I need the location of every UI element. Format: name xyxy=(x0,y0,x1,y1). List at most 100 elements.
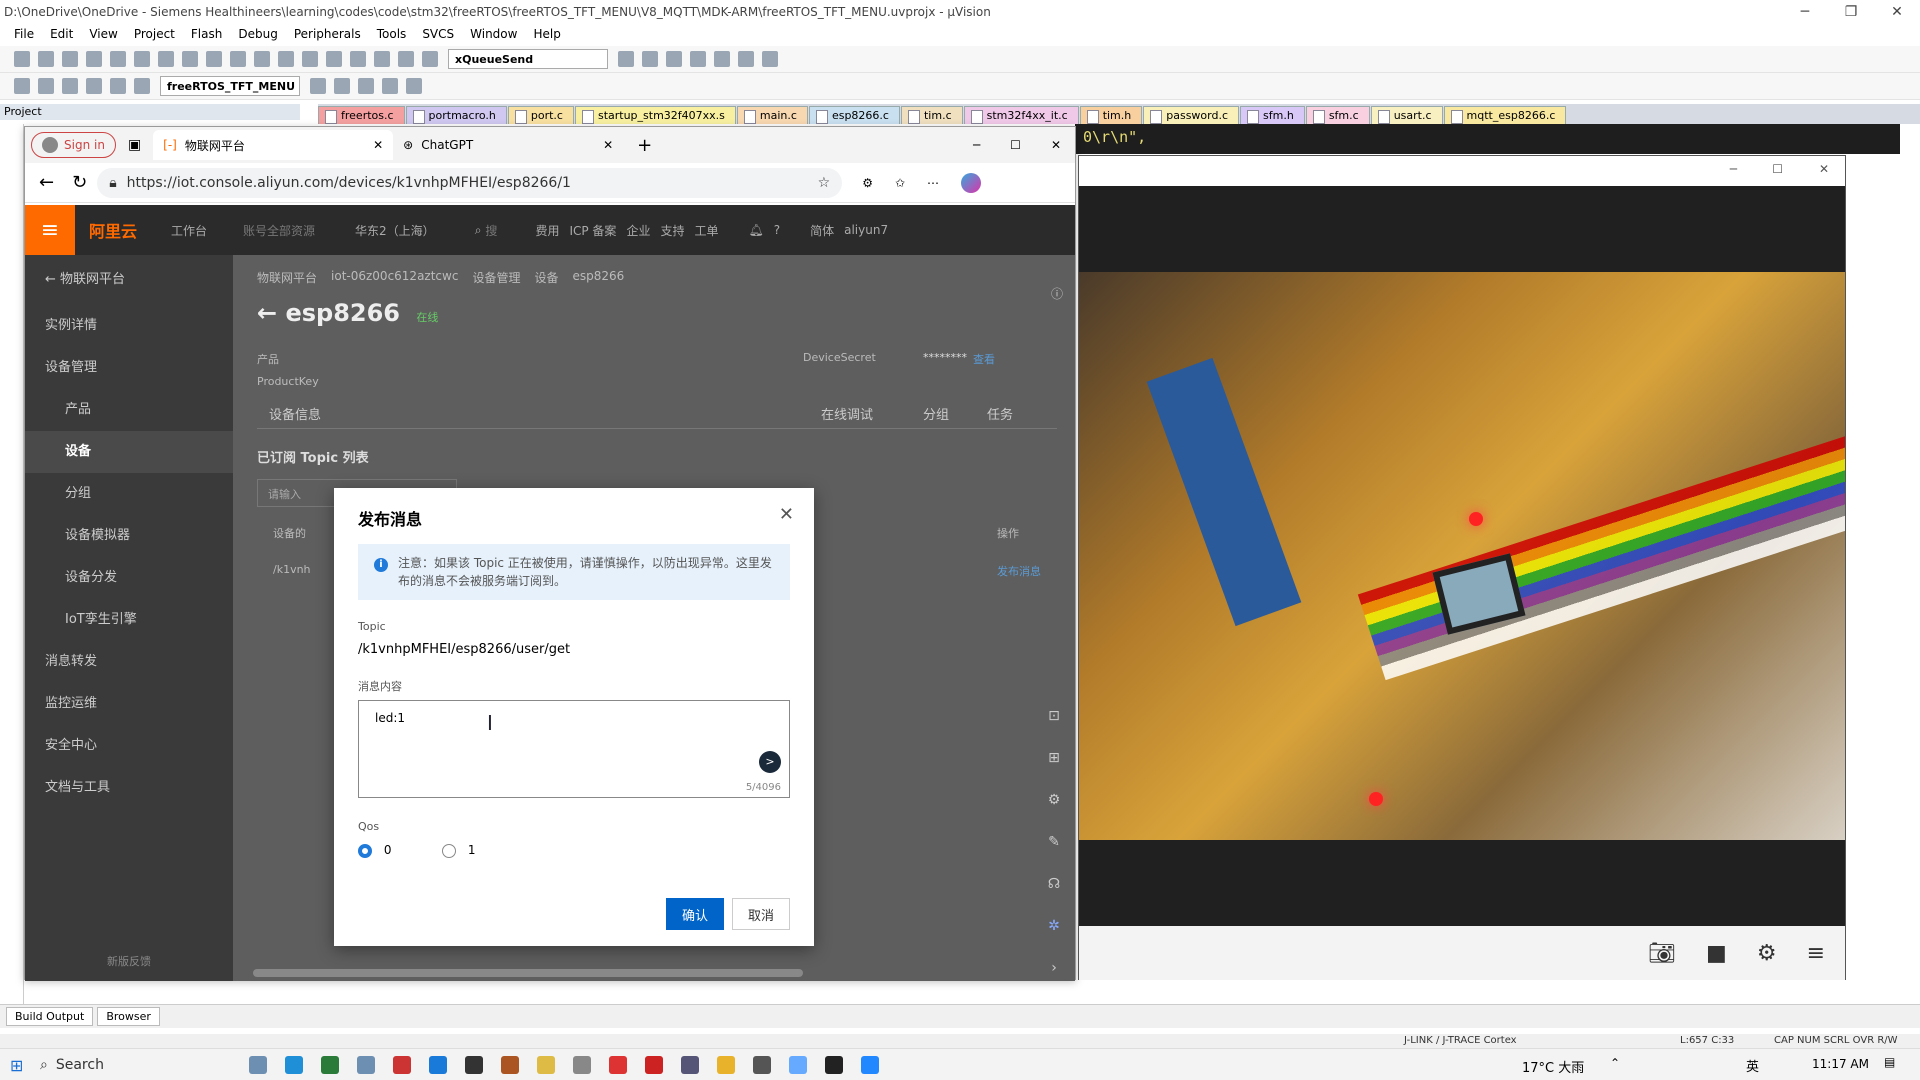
workbench-link[interactable]: 工作台 xyxy=(171,222,207,239)
rebuild-icon[interactable] xyxy=(62,78,78,94)
keil-icon[interactable] xyxy=(321,1055,339,1074)
breakpoint-icon[interactable] xyxy=(666,51,682,67)
video-icon[interactable]: ■ xyxy=(1706,941,1727,966)
file-tab[interactable]: stm32f4xx_it.c xyxy=(963,106,1079,124)
sidebar-item[interactable]: 监控运维 xyxy=(25,683,233,725)
favorites-icon[interactable]: ✩ xyxy=(895,176,905,190)
manage-components-icon[interactable] xyxy=(334,78,350,94)
cut-icon[interactable] xyxy=(110,51,126,67)
browser-close-icon[interactable]: ✕ xyxy=(1051,138,1061,152)
feedback-link[interactable]: 新版反馈 xyxy=(25,953,233,969)
breadcrumb-item[interactable]: 设备 xyxy=(534,269,558,286)
app-icon[interactable] xyxy=(501,1055,519,1074)
tab-online-debug[interactable]: 在线调试 xyxy=(821,404,873,423)
menu-project[interactable]: Project xyxy=(126,27,183,41)
aliyun-logo[interactable]: 阿里云 xyxy=(89,218,137,242)
wrench-icon[interactable] xyxy=(762,51,778,67)
menu-debug[interactable]: Debug xyxy=(230,27,285,41)
hamburger-icon[interactable]: ≡ xyxy=(25,205,75,255)
app-icon[interactable] xyxy=(861,1055,879,1074)
batch-build-icon[interactable] xyxy=(86,78,102,94)
unindent-icon[interactable] xyxy=(374,51,390,67)
calculator-icon[interactable] xyxy=(681,1055,699,1074)
redo-icon[interactable] xyxy=(206,51,222,67)
bookmark-icon[interactable] xyxy=(278,51,294,67)
breakpoint-disable-icon[interactable] xyxy=(690,51,706,67)
view-secret-link[interactable]: 查看 xyxy=(973,351,995,367)
folder-icon[interactable] xyxy=(717,1055,735,1074)
copilot-icon[interactable] xyxy=(961,172,982,193)
restore-icon[interactable]: ❐ xyxy=(1828,4,1874,20)
menu-tools[interactable]: Tools xyxy=(369,27,415,41)
radio-selected-icon[interactable] xyxy=(358,843,372,858)
menu-peripherals[interactable]: Peripherals xyxy=(286,27,369,41)
tab-browser[interactable]: Browser xyxy=(97,1007,160,1026)
sidebar-item[interactable]: 设备管理 xyxy=(25,347,233,389)
app-icon[interactable] xyxy=(393,1055,411,1074)
window-layout-icon[interactable] xyxy=(738,51,754,67)
file-tab[interactable]: tim.h xyxy=(1079,106,1143,124)
app-icon[interactable] xyxy=(573,1055,591,1074)
browser-minimize-icon[interactable]: ─ xyxy=(973,138,980,152)
scrollbar-thumb[interactable] xyxy=(253,969,803,977)
pack-installer-icon[interactable] xyxy=(382,78,398,94)
select-packs-icon[interactable] xyxy=(358,78,374,94)
settings-icon[interactable]: ⚙ xyxy=(1757,941,1777,966)
format-icon[interactable]: > xyxy=(759,751,781,773)
back-icon[interactable] xyxy=(230,51,246,67)
refresh-icon[interactable]: ↻ xyxy=(72,172,87,193)
user-name[interactable]: aliyun7 xyxy=(844,223,888,237)
menu-view[interactable]: View xyxy=(81,27,125,41)
stop-build-icon[interactable] xyxy=(110,78,126,94)
radio-unselected-icon[interactable] xyxy=(442,843,456,858)
cart-icon[interactable]: ⊡ xyxy=(1041,695,1067,737)
app-icon[interactable] xyxy=(645,1055,663,1074)
sidebar-item[interactable]: 设备分发 xyxy=(25,557,233,599)
top-link-fees[interactable]: 费用 xyxy=(535,222,559,239)
top-search[interactable]: 搜 xyxy=(485,222,497,239)
find-in-files-icon[interactable] xyxy=(618,51,634,67)
sidebar-item[interactable]: IoT孪生引擎 xyxy=(25,599,233,641)
doc-icon[interactable]: ⊞ xyxy=(1041,737,1067,779)
close-tab-icon[interactable]: ✕ xyxy=(603,138,613,152)
sidebar-item[interactable]: 产品 xyxy=(25,389,233,431)
sidebar-item[interactable]: 设备 xyxy=(25,431,233,473)
tab-iot[interactable]: [-] 物联网平台 ✕ xyxy=(153,130,394,160)
bookmark-next-icon[interactable] xyxy=(326,51,342,67)
terminal-icon[interactable] xyxy=(465,1055,483,1074)
pc-icon[interactable] xyxy=(357,1055,375,1074)
notification-icon[interactable]: ▤ xyxy=(1884,1055,1895,1069)
file-tab[interactable]: mqtt_esp8266.c xyxy=(1443,106,1567,124)
qos-option-0[interactable]: 0 xyxy=(358,843,391,858)
profile-button[interactable]: Sign in xyxy=(31,132,116,158)
indent-icon[interactable] xyxy=(350,51,366,67)
file-tab[interactable]: usart.c xyxy=(1370,106,1443,124)
clock[interactable]: 11:17 AM xyxy=(1812,1057,1869,1071)
close-icon[interactable]: ✕ xyxy=(1874,4,1920,20)
file-tab[interactable]: sfm.h xyxy=(1240,106,1305,124)
code-editor[interactable]: 0\r\n", xyxy=(1075,124,1900,154)
translate-icon[interactable] xyxy=(14,78,30,94)
camera-close-icon[interactable]: ✕ xyxy=(1819,162,1829,176)
dialog-close-icon[interactable]: ✕ xyxy=(779,504,794,525)
help-icon[interactable]: ? xyxy=(774,223,780,237)
ime[interactable]: 英 xyxy=(1746,1056,1759,1075)
back-arrow-icon[interactable]: ← xyxy=(257,299,285,327)
edge-icon[interactable] xyxy=(285,1055,303,1074)
favorite-star-icon[interactable]: ☆ xyxy=(818,175,831,191)
file-tab[interactable]: portmacro.h xyxy=(405,106,507,124)
top-link-enterprise[interactable]: 企业 xyxy=(626,222,650,239)
breakpoint-kill-icon[interactable] xyxy=(714,51,730,67)
paste-icon[interactable] xyxy=(158,51,174,67)
sidebar-item[interactable]: 设备模拟器 xyxy=(25,515,233,557)
extensions-icon[interactable]: ⚙ xyxy=(862,176,873,190)
edit-icon[interactable]: ✎ xyxy=(1041,821,1067,863)
file-tab[interactable]: tim.c xyxy=(900,106,963,124)
file-tab[interactable]: main.c xyxy=(736,106,808,124)
browser-restore-icon[interactable]: ☐ xyxy=(1010,138,1021,152)
more-menu-icon[interactable]: ⋯ xyxy=(927,176,939,190)
find-combo[interactable]: xQueueSend xyxy=(448,49,608,69)
settings-gear-icon[interactable] xyxy=(753,1055,771,1074)
rte-icon[interactable] xyxy=(406,78,422,94)
menu-help[interactable]: Help xyxy=(525,27,568,41)
